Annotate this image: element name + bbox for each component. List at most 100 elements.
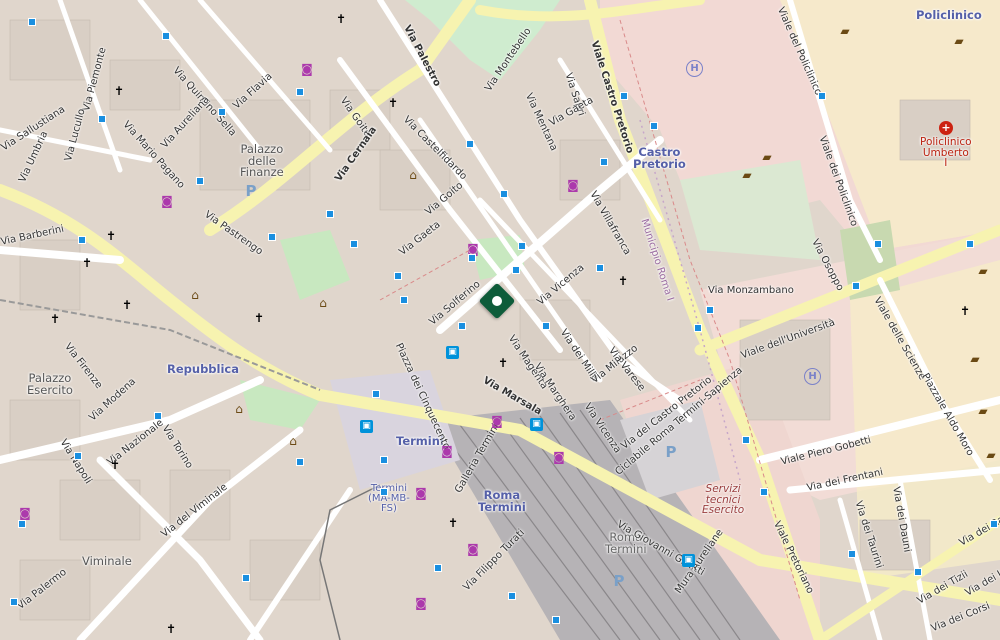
- church-icon[interactable]: ✝: [446, 516, 460, 530]
- transit-stop[interactable]: [296, 88, 304, 96]
- hospital-icon[interactable]: H: [804, 368, 821, 385]
- transit-stop[interactable]: [18, 520, 26, 528]
- hospital-icon[interactable]: H: [686, 60, 703, 77]
- transit-stop[interactable]: [620, 92, 628, 100]
- transit-stop[interactable]: [706, 306, 714, 314]
- shop-icon[interactable]: ◙: [300, 62, 314, 76]
- library-icon[interactable]: ▰: [976, 404, 990, 418]
- transit-stop[interactable]: [848, 550, 856, 558]
- shop-icon[interactable]: ◙: [566, 178, 580, 192]
- library-icon[interactable]: ▰: [740, 168, 754, 182]
- transit-stop[interactable]: [162, 32, 170, 40]
- transit-stop[interactable]: [28, 18, 36, 26]
- parking-icon[interactable]: P: [244, 184, 258, 199]
- shop-icon[interactable]: ◙: [466, 542, 480, 556]
- transit-stop[interactable]: [742, 436, 750, 444]
- area-label-policlinico: Policlinico: [916, 8, 982, 22]
- bus-stop-icon[interactable]: ▣: [530, 418, 543, 431]
- church-icon[interactable]: ✝: [958, 304, 972, 318]
- transit-stop[interactable]: [458, 322, 466, 330]
- library-icon[interactable]: ▰: [838, 24, 852, 38]
- church-icon[interactable]: ✝: [386, 96, 400, 110]
- transit-stop[interactable]: [242, 574, 250, 582]
- transit-stop[interactable]: [552, 616, 560, 624]
- transit-stop[interactable]: [372, 390, 380, 398]
- transit-stop[interactable]: [500, 190, 508, 198]
- church-icon[interactable]: ✝: [48, 312, 62, 326]
- shop-icon[interactable]: ◙: [160, 194, 174, 208]
- museum-icon[interactable]: ⌂: [188, 288, 202, 302]
- shop-icon[interactable]: ◙: [414, 596, 428, 610]
- transit-stop[interactable]: [218, 108, 226, 116]
- church-icon[interactable]: ✝: [104, 229, 118, 243]
- transit-stop[interactable]: [10, 598, 18, 606]
- shop-icon[interactable]: ◙: [414, 486, 428, 500]
- transit-stop[interactable]: [852, 282, 860, 290]
- transit-stop[interactable]: [98, 115, 106, 123]
- transit-stop[interactable]: [296, 458, 304, 466]
- transit-stop[interactable]: [350, 240, 358, 248]
- library-icon[interactable]: ▰: [984, 448, 998, 462]
- parking-icon[interactable]: P: [664, 445, 678, 460]
- bus-stop-icon[interactable]: ▣: [682, 554, 695, 567]
- shop-icon[interactable]: ◙: [552, 450, 566, 464]
- transit-stop[interactable]: [400, 296, 408, 304]
- church-icon[interactable]: ✝: [120, 298, 134, 312]
- transit-stop[interactable]: [508, 592, 516, 600]
- transit-stop[interactable]: [468, 254, 476, 262]
- transit-stop[interactable]: [74, 452, 82, 460]
- church-icon[interactable]: ✝: [164, 622, 178, 636]
- transit-stop[interactable]: [434, 564, 442, 572]
- transit-stop[interactable]: [78, 236, 86, 244]
- parking-icon[interactable]: P: [612, 574, 626, 589]
- place-label-policlinico-umberto: Policlinico Umberto I: [920, 136, 972, 169]
- transit-stop[interactable]: [380, 488, 388, 496]
- street-label: Via Monzambano: [708, 285, 794, 296]
- transit-stop[interactable]: [990, 520, 998, 528]
- transit-stop[interactable]: [268, 233, 276, 241]
- transit-stop[interactable]: [966, 240, 974, 248]
- library-icon[interactable]: ▰: [968, 352, 982, 366]
- transit-stop[interactable]: [466, 140, 474, 148]
- transit-stop[interactable]: [818, 92, 826, 100]
- transit-stop[interactable]: [380, 456, 388, 464]
- hospital-cross-icon[interactable]: +: [939, 121, 953, 135]
- church-icon[interactable]: ✝: [80, 256, 94, 270]
- museum-icon[interactable]: ⌂: [286, 434, 300, 448]
- transit-stop[interactable]: [542, 322, 550, 330]
- transit-stop[interactable]: [596, 264, 604, 272]
- bus-stop-icon[interactable]: ▣: [446, 346, 459, 359]
- museum-icon[interactable]: ⌂: [316, 296, 330, 310]
- transit-stop[interactable]: [694, 324, 702, 332]
- shop-icon[interactable]: ◙: [490, 414, 504, 428]
- transit-stop[interactable]: [600, 158, 608, 166]
- map-viewport[interactable]: Policlinico Repubblica Termini Roma Term…: [0, 0, 1000, 640]
- museum-icon[interactable]: ⌂: [232, 402, 246, 416]
- transit-stop[interactable]: [154, 412, 162, 420]
- church-icon[interactable]: ✝: [108, 458, 122, 472]
- bus-stop-icon[interactable]: ▣: [360, 420, 373, 433]
- transit-stop[interactable]: [518, 242, 526, 250]
- church-icon[interactable]: ✝: [616, 274, 630, 288]
- transit-stop[interactable]: [196, 177, 204, 185]
- church-icon[interactable]: ✝: [334, 12, 348, 26]
- place-label-palazzo-finanze: Palazzo delle Finanze: [240, 142, 284, 179]
- church-icon[interactable]: ✝: [496, 356, 510, 370]
- area-label-castro-pretorio: Castro Pretorio: [633, 145, 686, 171]
- shop-icon[interactable]: ◙: [440, 444, 454, 458]
- library-icon[interactable]: ▰: [760, 150, 774, 164]
- transit-stop[interactable]: [512, 266, 520, 274]
- transit-stop[interactable]: [650, 122, 658, 130]
- church-icon[interactable]: ✝: [112, 84, 126, 98]
- transit-stop[interactable]: [874, 240, 882, 248]
- museum-icon[interactable]: ⌂: [406, 168, 420, 182]
- shop-icon[interactable]: ◙: [18, 506, 32, 520]
- place-label-servizi-tecnici: Servizi tecnici Esercito: [702, 483, 745, 516]
- library-icon[interactable]: ▰: [952, 34, 966, 48]
- transit-stop[interactable]: [394, 272, 402, 280]
- transit-stop[interactable]: [914, 568, 922, 576]
- transit-stop[interactable]: [326, 210, 334, 218]
- church-icon[interactable]: ✝: [252, 311, 266, 325]
- transit-stop[interactable]: [760, 488, 768, 496]
- library-icon[interactable]: ▰: [976, 264, 990, 278]
